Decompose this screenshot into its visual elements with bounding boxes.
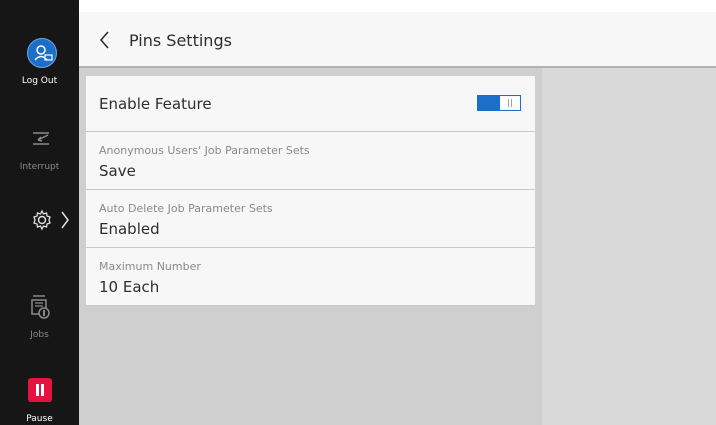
toggle-fill: [478, 96, 500, 110]
enable-feature-label: Enable Feature: [99, 95, 212, 113]
anonymous-job-parameter-sets-row[interactable]: Anonymous Users' Job Parameter Sets Save: [86, 132, 535, 190]
row-label: Auto Delete Job Parameter Sets: [99, 202, 273, 215]
auto-delete-job-parameter-sets-row[interactable]: Auto Delete Job Parameter Sets Enabled: [86, 190, 535, 248]
row-label: Anonymous Users' Job Parameter Sets: [99, 144, 310, 157]
row-label: Maximum Number: [99, 260, 201, 273]
chevron-left-icon[interactable]: [98, 30, 110, 50]
jobs-icon[interactable]: [29, 294, 51, 320]
gear-icon[interactable]: [30, 208, 54, 232]
jobs-label: Jobs: [30, 330, 49, 340]
pause-button[interactable]: [28, 378, 52, 402]
toggle-thumb: [501, 97, 519, 109]
interrupt-icon[interactable]: [30, 127, 52, 149]
pause-label: Pause: [26, 414, 53, 424]
enable-feature-toggle[interactable]: [477, 95, 521, 111]
interrupt-label: Interrupt: [19, 162, 60, 172]
logout-button[interactable]: [27, 38, 57, 68]
page-title: Pins Settings: [129, 31, 232, 50]
row-value: Save: [99, 162, 136, 180]
logout-label: Log Out: [21, 76, 58, 86]
row-value: 10 Each: [99, 278, 160, 296]
right-pane: [542, 68, 716, 425]
chevron-right-icon: [61, 211, 69, 229]
logout-icon: [34, 45, 53, 61]
left-rail: Log Out Interrupt Jobs Pause: [0, 0, 79, 425]
header-bar: Pins Settings: [79, 12, 716, 67]
settings-list: Enable Feature Anonymous Users' Job Para…: [86, 76, 535, 306]
row-value: Enabled: [99, 220, 160, 238]
enable-feature-row[interactable]: Enable Feature: [86, 76, 535, 132]
maximum-number-row[interactable]: Maximum Number 10 Each: [86, 248, 535, 306]
